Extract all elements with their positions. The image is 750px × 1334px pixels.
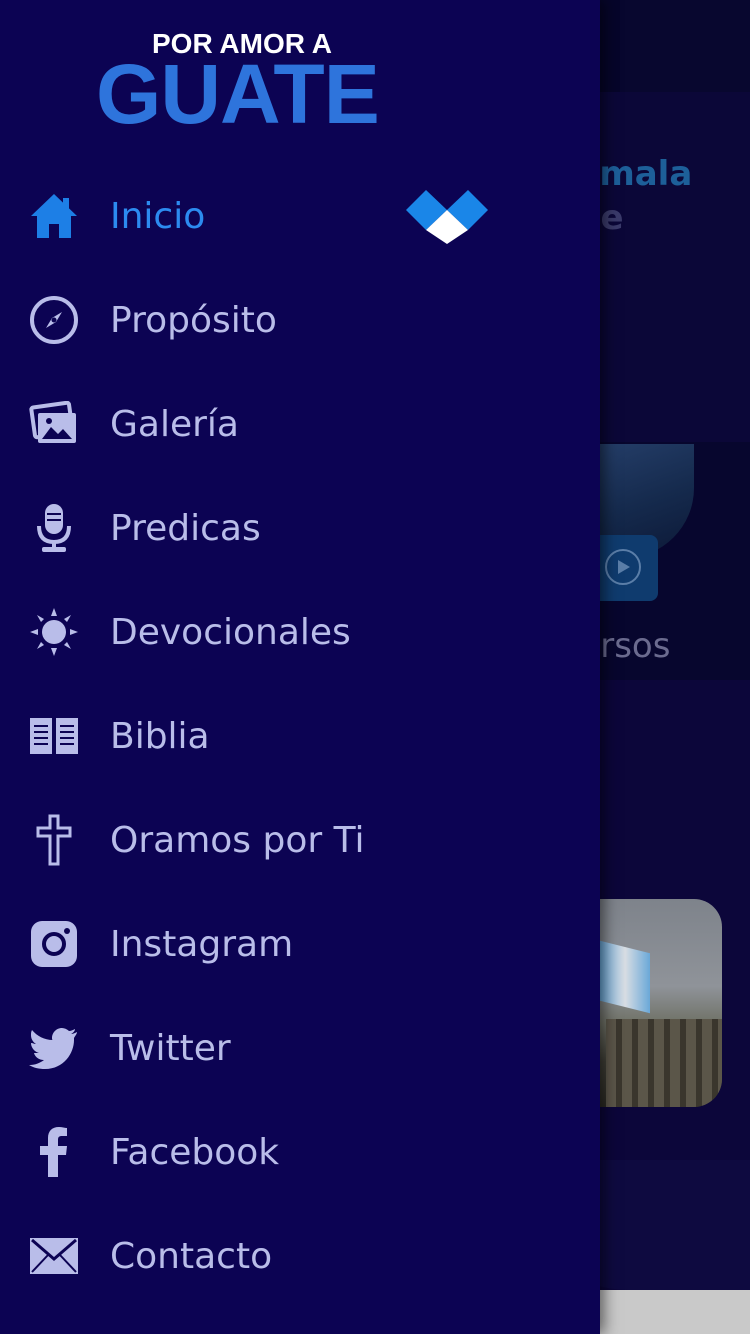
menu-item-label: Inicio bbox=[110, 195, 206, 237]
background-top-bar bbox=[600, 0, 750, 92]
menu-item-label: Propósito bbox=[110, 299, 277, 341]
home-icon bbox=[28, 190, 80, 242]
menu-item-label: Galería bbox=[110, 403, 239, 445]
navigation-drawer: POR AMOR A GUATE Inicio Propósito Galerí… bbox=[0, 0, 600, 1334]
menu-item-label: Contacto bbox=[110, 1235, 273, 1277]
menu-item-biblia[interactable]: Biblia bbox=[0, 684, 600, 788]
menu-item-instagram[interactable]: Instagram bbox=[0, 892, 600, 996]
play-button[interactable] bbox=[598, 535, 658, 601]
menu-item-label: Twitter bbox=[110, 1027, 231, 1069]
menu-item-facebook[interactable]: Facebook bbox=[0, 1100, 600, 1204]
menu-item-label: Instagram bbox=[110, 923, 294, 965]
menu-item-contacto[interactable]: Contacto bbox=[0, 1204, 600, 1308]
menu-item-predicas[interactable]: Predicas bbox=[0, 476, 600, 580]
compass-icon bbox=[28, 294, 80, 346]
twitter-icon bbox=[28, 1022, 80, 1074]
microphone-icon bbox=[28, 502, 80, 554]
mail-icon bbox=[28, 1230, 80, 1282]
logo: POR AMOR A GUATE bbox=[96, 26, 418, 136]
background-bottom-strip bbox=[600, 1290, 750, 1334]
menu-item-oramos[interactable]: Oramos por Ti bbox=[0, 788, 600, 892]
menu-item-twitter[interactable]: Twitter bbox=[0, 996, 600, 1100]
menu-item-label: Devocionales bbox=[110, 611, 351, 653]
gallery-icon bbox=[28, 398, 80, 450]
menu-item-proposito[interactable]: Propósito bbox=[0, 268, 600, 372]
menu-item-label: Oramos por Ti bbox=[110, 819, 365, 861]
instagram-icon bbox=[28, 918, 80, 970]
menu-item-devocionales[interactable]: Devocionales bbox=[0, 580, 600, 684]
menu-item-inicio[interactable]: Inicio bbox=[0, 164, 600, 268]
menu-item-label: Facebook bbox=[110, 1131, 280, 1173]
facebook-icon bbox=[28, 1126, 80, 1178]
menu-item-label: Biblia bbox=[110, 715, 210, 757]
sun-icon bbox=[28, 606, 80, 658]
menu-item-label: Predicas bbox=[110, 507, 261, 549]
bible-icon bbox=[28, 710, 80, 762]
menu-item-galeria[interactable]: Galería bbox=[0, 372, 600, 476]
logo-main-text: GUATE bbox=[96, 47, 380, 141]
menu-list: Inicio Propósito Galería Predicas Devoci… bbox=[0, 164, 600, 1308]
cross-icon bbox=[28, 814, 80, 866]
